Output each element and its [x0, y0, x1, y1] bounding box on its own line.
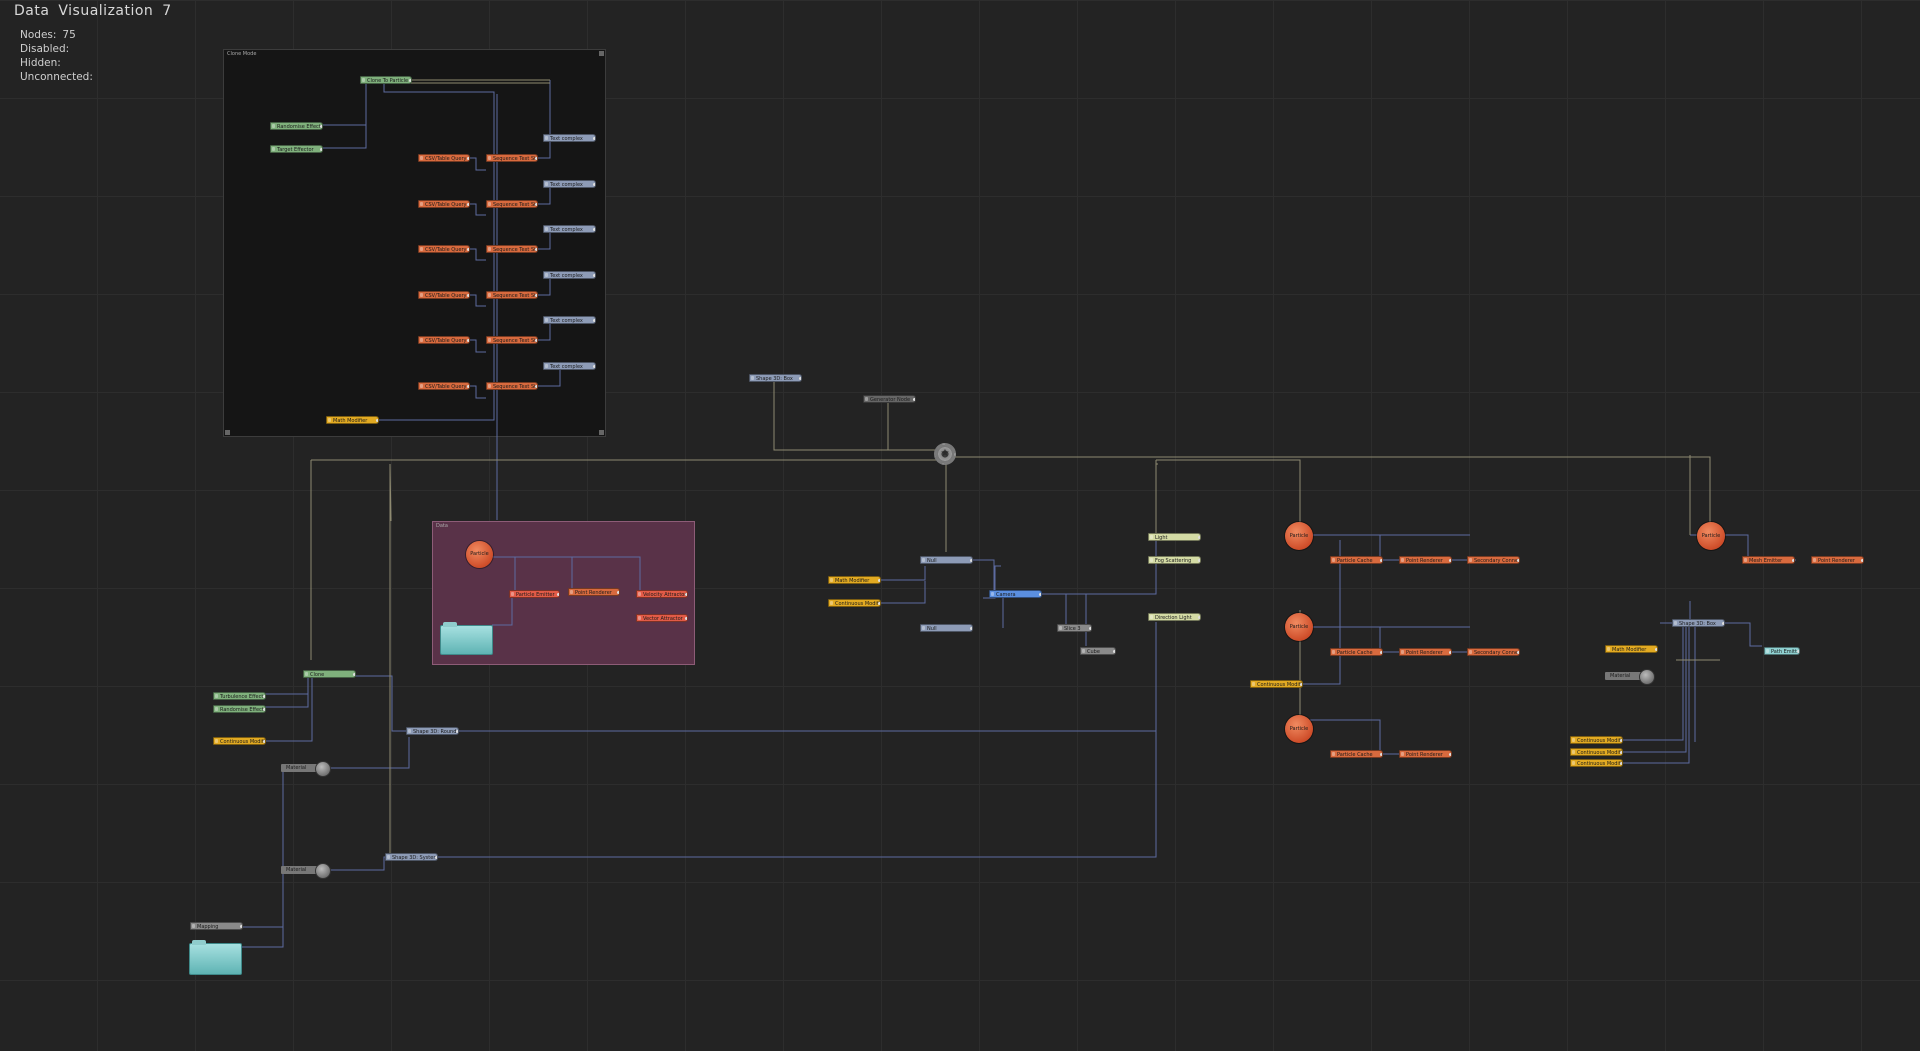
null-node[interactable]: Null: [920, 624, 973, 632]
light-node[interactable]: Light: [1148, 533, 1201, 541]
slice-node[interactable]: Slice 3: [1057, 624, 1092, 632]
secondary-connector-node[interactable]: Secondary Connect..: [1467, 556, 1520, 564]
mesh-emitter-node[interactable]: Mesh Emitter: [1742, 556, 1795, 564]
target-effector-node[interactable]: Target Effector: [270, 145, 323, 153]
text-complex-node[interactable]: Text complex: [543, 134, 596, 142]
sequence-text-node[interactable]: Sequence Text Str..: [486, 154, 538, 162]
sequence-text-node[interactable]: Sequence Text Str..: [486, 336, 538, 344]
material-label: Material: [281, 866, 317, 874]
csv-table-query-node[interactable]: CSV/Table Query: [418, 382, 470, 390]
clone-to-particle-node[interactable]: Clone To Particle: [360, 76, 412, 84]
particle-sphere-node[interactable]: Particle: [1285, 613, 1313, 641]
particle-cache-node[interactable]: Particle Cache: [1330, 750, 1383, 758]
shape-3d-box-node[interactable]: Shape 3D: Box: [749, 374, 802, 382]
csv-table-query-node[interactable]: CSV/Table Query: [418, 336, 470, 344]
generator-node[interactable]: Generator Node: [863, 395, 916, 403]
particle-cache-node[interactable]: Particle Cache: [1330, 556, 1383, 564]
text-complex-node[interactable]: Text complex: [543, 225, 596, 233]
material-sphere-icon: [315, 863, 331, 879]
secondary-connector-node[interactable]: Secondary Connect..: [1467, 648, 1520, 656]
velocity-attractor-node[interactable]: Velocity Attractor: [636, 590, 688, 598]
particle-emitter-node[interactable]: Particle Emitter: [509, 590, 560, 598]
particle-sphere-node[interactable]: Particle: [1697, 522, 1725, 550]
randomise-effector-node[interactable]: Randomise Effector: [213, 705, 266, 713]
math-modifier-node[interactable]: Math Modifier: [1605, 645, 1658, 653]
sequence-text-node[interactable]: Sequence Text Str..: [486, 382, 538, 390]
text-complex-node[interactable]: Text complex: [543, 180, 596, 188]
particle-sphere-node[interactable]: Particle: [1285, 522, 1313, 550]
csv-table-query-node[interactable]: CSV/Table Query: [418, 291, 470, 299]
particle-sphere-node[interactable]: Particle: [466, 541, 493, 568]
text-complex-node[interactable]: Text complex: [543, 316, 596, 324]
connection-wires: [240, 79, 1796, 948]
point-renderer-node[interactable]: Point Renderer: [568, 588, 620, 596]
clone-node[interactable]: Clone: [303, 670, 356, 678]
particle-label: Particle: [1289, 624, 1309, 630]
null-node[interactable]: Null: [920, 556, 973, 564]
particle-label: Particle: [470, 551, 489, 557]
mapping-node[interactable]: Mapping: [190, 922, 243, 930]
csv-table-query-node[interactable]: CSV/Table Query: [418, 154, 470, 162]
point-renderer-node[interactable]: Point Renderer: [1399, 648, 1452, 656]
particle-sphere-node[interactable]: Particle: [1285, 715, 1313, 743]
particle-cache-node[interactable]: Particle Cache: [1330, 648, 1383, 656]
material-label: Material: [281, 764, 317, 772]
material-sphere-icon: [1639, 669, 1655, 685]
material-label: Material: [1605, 672, 1641, 680]
math-modifier-node[interactable]: Math Modifier: [326, 416, 379, 424]
particle-label: Particle: [1701, 533, 1721, 539]
direction-light-node[interactable]: Direction Light: [1148, 613, 1201, 621]
camera-node[interactable]: Camera: [989, 590, 1042, 598]
point-renderer-node[interactable]: Point Renderer: [1399, 750, 1452, 758]
vector-attractor-node[interactable]: Vector Attractor: [636, 614, 688, 622]
point-renderer-node[interactable]: Point Renderer: [1399, 556, 1452, 564]
shape-3d-rounded-node[interactable]: Shape 3D: Rounde...: [406, 727, 459, 735]
material-sphere-icon: [315, 761, 331, 777]
point-renderer-node[interactable]: Point Renderer: [1811, 556, 1864, 564]
sequence-text-node[interactable]: Sequence Text Str..: [486, 291, 538, 299]
text-complex-node[interactable]: Text complex: [543, 271, 596, 279]
continuous-modifier-node[interactable]: Continuous Modifier: [1570, 759, 1623, 767]
continuous-modifier-node[interactable]: Continuous Modifier: [213, 737, 266, 745]
csv-table-query-node[interactable]: CSV/Table Query: [418, 245, 470, 253]
folder-icon[interactable]: [189, 940, 242, 975]
math-modifier-node[interactable]: Math Modifier: [828, 576, 881, 584]
folder-icon[interactable]: [440, 622, 493, 655]
sequence-text-node[interactable]: Sequence Text Str..: [486, 200, 538, 208]
shape-3d-box-node[interactable]: Shape 3D: Box: [1672, 619, 1725, 627]
continuous-modifier-node[interactable]: Continuous Modifier: [1570, 736, 1623, 744]
sequence-text-node[interactable]: Sequence Text Str..: [486, 245, 538, 253]
csv-table-query-node[interactable]: CSV/Table Query: [418, 200, 470, 208]
path-emitter-node[interactable]: Path Emitt..: [1764, 647, 1800, 655]
root-gear-icon[interactable]: ★: [934, 443, 956, 465]
particle-label: Particle: [1289, 533, 1309, 539]
randomise-effector-node[interactable]: Randomise Effector: [270, 122, 323, 130]
continuous-modifier-node[interactable]: Continuous Modifier: [1570, 748, 1623, 756]
continuous-modifier-node[interactable]: Continuous Modifier: [1250, 680, 1303, 688]
shape-3d-system-node[interactable]: Shape 3D: System: [385, 853, 438, 861]
particle-label: Particle: [1289, 726, 1309, 732]
cube-node[interactable]: Cube: [1080, 647, 1116, 655]
turbulence-effector-node[interactable]: Turbulence Effector: [213, 692, 266, 700]
continuous-modifier-node[interactable]: Continuous Modifier: [828, 599, 881, 607]
text-complex-node[interactable]: Text complex: [543, 362, 596, 370]
fog-scattering-node[interactable]: Fog Scattering: [1148, 556, 1201, 564]
